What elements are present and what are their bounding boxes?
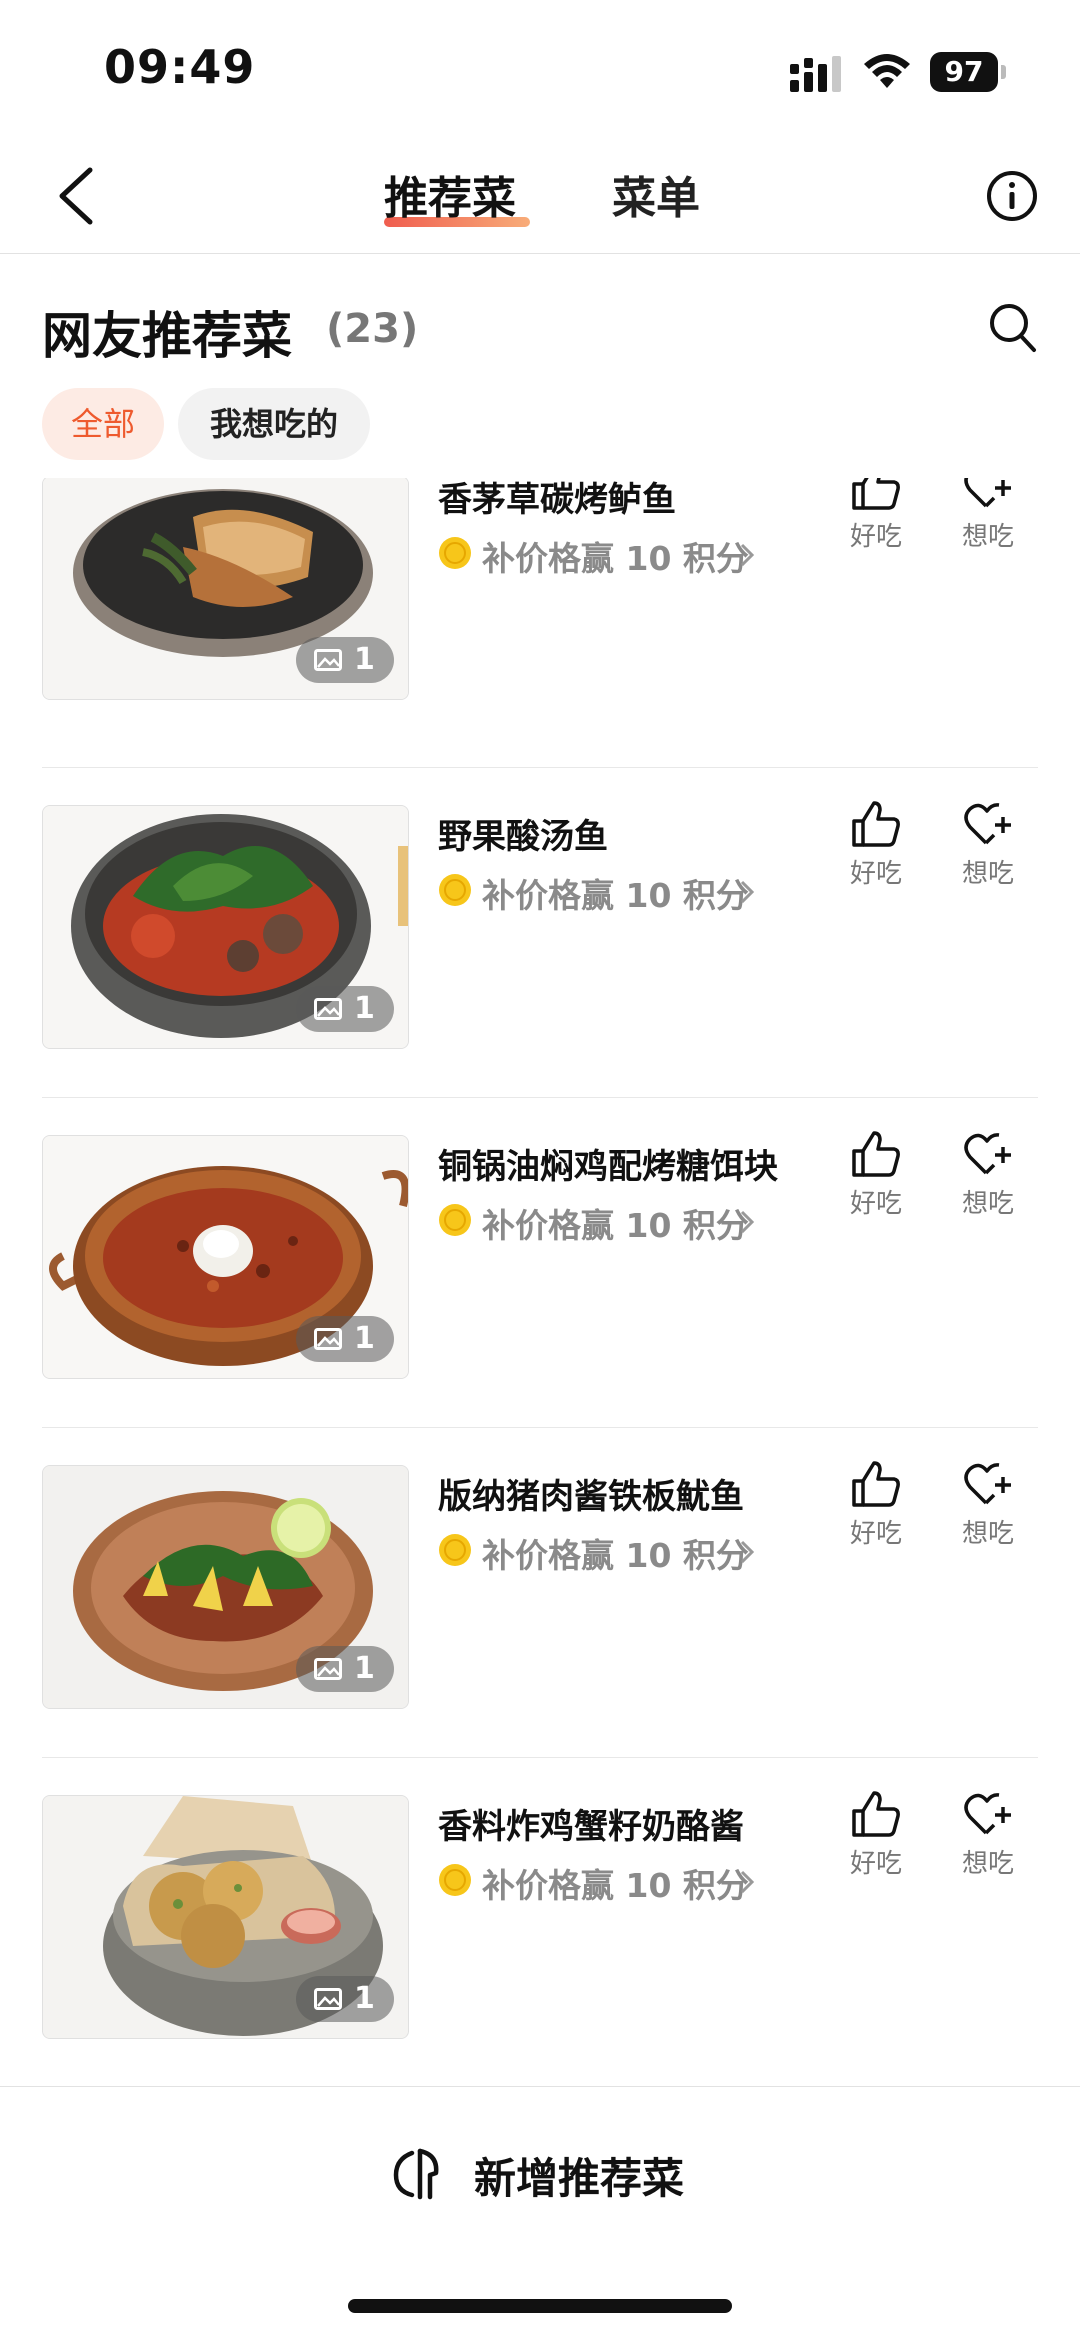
image-icon [314, 649, 342, 671]
battery-icon: 97 [930, 52, 1006, 92]
info-icon[interactable] [986, 170, 1038, 222]
back-arrow-icon[interactable] [50, 158, 110, 234]
filter-chip-want-to-eat[interactable]: 我想吃的 [178, 388, 370, 460]
heart-plus-icon [964, 1133, 1011, 1175]
image-icon [314, 1658, 342, 1680]
status-time: 09:49 [104, 40, 256, 94]
thumbs-up-icon [852, 1131, 900, 1177]
chevron-right-icon [740, 543, 755, 567]
squid-plate-photo[interactable]: 1 [42, 1465, 409, 1709]
thumbs-up-icon [852, 801, 900, 847]
section-title: 网友推荐菜 [42, 307, 292, 365]
copper-pot-chicken-photo[interactable]: 1 [42, 1135, 409, 1379]
list-item[interactable]: 1 铜锅油焖鸡配烤糖饵块 补价格赢 10 积分 好吃 想吃 [0, 1131, 1080, 1465]
coin-icon [439, 1204, 471, 1236]
add-recommended-dish-label: 新增推荐菜 [474, 2154, 685, 2203]
battery-level: 97 [944, 55, 984, 88]
like-button[interactable]: 好吃 [836, 1459, 916, 1559]
want-button[interactable]: 想吃 [948, 1459, 1028, 1559]
divider [42, 1757, 1038, 1758]
section-count: (23) [326, 306, 419, 352]
tab-recommended[interactable]: 推荐菜 [384, 162, 516, 226]
photo-count-badge: 1 [296, 1316, 394, 1362]
dish-name: 铜锅油焖鸡配烤糖饵块 [438, 1147, 778, 1187]
wifi-icon [864, 54, 910, 88]
image-icon [314, 1328, 342, 1350]
chevron-right-icon [740, 1870, 755, 1894]
fried-chicken-photo[interactable]: 1 [42, 1795, 409, 2039]
bottom-bar: 新增推荐菜 [0, 2086, 1080, 2337]
chevron-right-icon [740, 1210, 755, 1234]
thumbs-up-icon [852, 1461, 900, 1507]
list-item[interactable]: 1 版纳猪肉酱铁板魷鱼 补价格赢 10 积分 好吃 想吃 [0, 1461, 1080, 1795]
photo-count-badge: 1 [296, 1646, 394, 1692]
recommended-dishes-screen: 09:49 97 推荐菜 菜单 网友推荐菜 (23) 全部 我想吃的 1 香茅草… [0, 0, 1080, 2337]
divider [42, 767, 1038, 768]
coin-icon [439, 537, 471, 569]
divider [42, 1427, 1038, 1428]
utensils-icon [393, 2148, 439, 2200]
home-indicator[interactable] [348, 2299, 732, 2313]
like-button[interactable]: 好吃 [836, 799, 916, 899]
dish-name: 香茅草碳烤鲈鱼 [438, 480, 676, 520]
sour-soup-fish-photo[interactable]: 1 [42, 805, 409, 1049]
want-button[interactable]: 想吃 [948, 1789, 1028, 1889]
dish-list: 1 香茅草碳烤鲈鱼 补价格赢 10 积分 好吃 想吃 1 野果酸汤鱼 补价格赢 … [0, 478, 1080, 2088]
tab-menu[interactable]: 菜单 [612, 162, 700, 226]
list-item[interactable]: 1 香茅草碳烤鲈鱼 补价格赢 10 积分 好吃 想吃 [0, 478, 1080, 808]
heart-plus-icon [964, 1793, 1011, 1835]
divider [42, 1097, 1038, 1098]
dish-name: 香料炸鸡蟹籽奶酪酱 [438, 1807, 744, 1847]
heart-plus-icon [964, 478, 1011, 508]
status-bar: 09:49 97 [0, 0, 1080, 140]
photo-count-badge: 1 [296, 986, 394, 1032]
chevron-right-icon [740, 1540, 755, 1564]
like-button[interactable]: 好吃 [836, 1129, 916, 1229]
photo-count-badge: 1 [296, 637, 394, 683]
grilled-fish-photo[interactable]: 1 [42, 478, 409, 700]
nav-bar: 推荐菜 菜单 [0, 140, 1080, 254]
chevron-right-icon [740, 880, 755, 904]
dish-name: 版纳猪肉酱铁板魷鱼 [438, 1477, 744, 1517]
filter-chip-all[interactable]: 全部 [42, 388, 164, 460]
want-button[interactable]: 想吃 [948, 1129, 1028, 1229]
photo-count-badge: 1 [296, 1976, 394, 2022]
coin-icon [439, 874, 471, 906]
want-button[interactable]: 想吃 [948, 478, 1028, 562]
coin-icon [439, 1534, 471, 1566]
list-item[interactable]: 1 野果酸汤鱼 补价格赢 10 积分 好吃 想吃 [0, 801, 1080, 1135]
thumbs-up-icon [852, 1791, 900, 1837]
search-icon[interactable] [988, 302, 1038, 354]
heart-plus-icon [964, 1463, 1011, 1505]
like-button[interactable]: 好吃 [836, 1789, 916, 1889]
add-recommended-dish-button[interactable]: 新增推荐菜 [390, 2139, 710, 2209]
list-item[interactable]: 1 香料炸鸡蟹籽奶酪酱 补价格赢 10 积分 好吃 想吃 [0, 1791, 1080, 2088]
image-icon [314, 998, 342, 1020]
thumbs-up-icon [852, 478, 900, 510]
heart-plus-icon [964, 803, 1011, 845]
dish-name: 野果酸汤鱼 [438, 817, 608, 857]
cellular-signal-icon [790, 56, 841, 92]
coin-icon [439, 1864, 471, 1896]
want-button[interactable]: 想吃 [948, 799, 1028, 899]
image-icon [314, 1988, 342, 2010]
like-button[interactable]: 好吃 [836, 478, 916, 562]
